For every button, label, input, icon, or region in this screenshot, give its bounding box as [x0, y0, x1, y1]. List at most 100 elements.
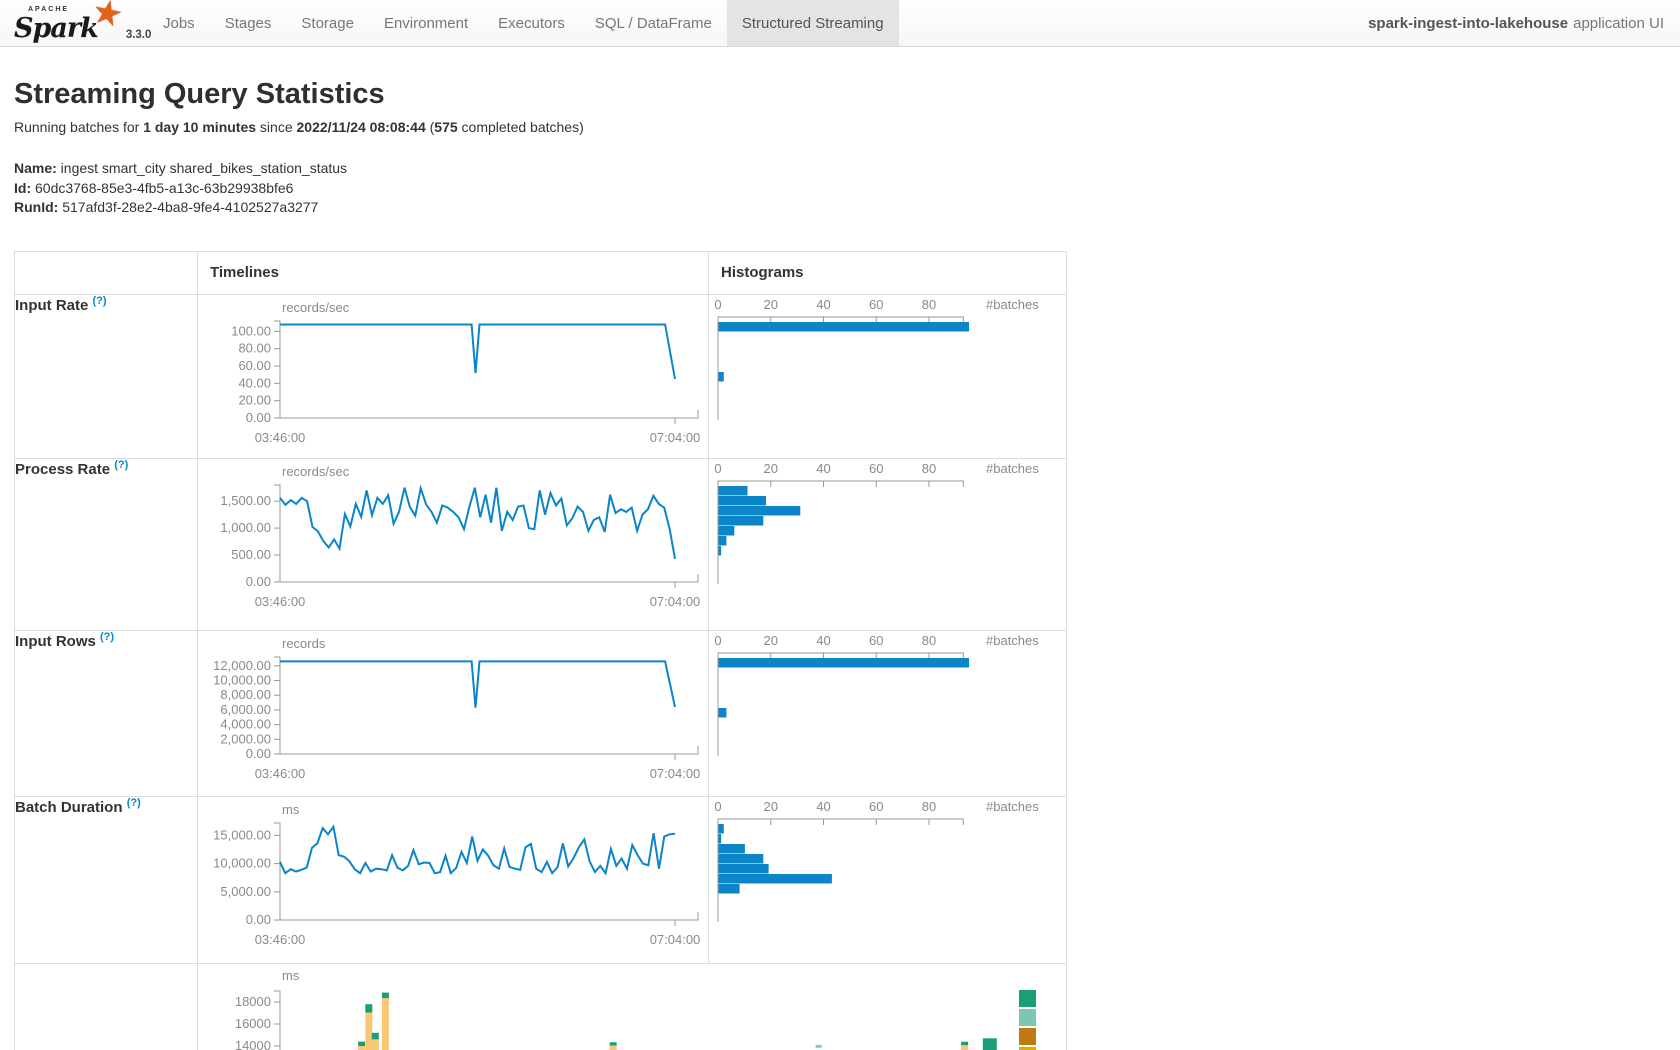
- svg-text:80: 80: [922, 461, 936, 476]
- svg-text:40: 40: [816, 297, 830, 312]
- svg-text:records: records: [282, 636, 326, 651]
- top-navbar: APACHE Spark ★ 3.3.0 Jobs Stages Storage…: [0, 0, 1680, 47]
- spark-version: 3.3.0: [126, 29, 152, 42]
- input-rows-help-link[interactable]: (?): [100, 631, 114, 643]
- svg-text:60: 60: [869, 633, 883, 648]
- input-rows-timeline-chart: records 12,000.0010,000.008,000.006,000.0…: [198, 631, 701, 781]
- svg-text:80: 80: [922, 633, 936, 648]
- svg-text:03:46:00: 03:46:00: [255, 594, 306, 609]
- header-histograms: Histograms: [709, 251, 1067, 294]
- batch-duration-row: Batch Duration (?) ms 15,000.00 10,000.00 5…: [15, 796, 1067, 963]
- tab-storage[interactable]: Storage: [286, 0, 369, 46]
- svg-text:80: 80: [922, 297, 936, 312]
- process-rate-timeline-chart: records/sec 1,500.00 1,000.00 500.00 0.00 03:…: [198, 459, 701, 609]
- svg-text:10,000.00: 10,000.00: [213, 672, 271, 687]
- svg-text:07:04:00: 07:04:00: [650, 766, 701, 781]
- svg-text:0: 0: [714, 297, 721, 312]
- svg-text:#batches: #batches: [986, 461, 1039, 476]
- stats-header-row: Timelines Histograms: [15, 251, 1067, 294]
- svg-text:07:04:00: 07:04:00: [650, 430, 701, 445]
- svg-text:60: 60: [869, 297, 883, 312]
- svg-text:records/sec: records/sec: [282, 300, 350, 315]
- process-rate-row: Process Rate (?) records/sec1,500.001,00…: [15, 458, 1067, 630]
- svg-text:0: 0: [714, 799, 721, 814]
- running-batches-line: Running batches for 1 day 10 minutes sin…: [14, 118, 1680, 137]
- operation-duration-row: ms 18000 16000 14000: [15, 963, 1067, 1050]
- batch-duration-timeline-chart: ms 15,000.00 10,000.00 5,000.00 0.00 03:46:00…: [198, 797, 701, 947]
- query-meta: Name: ingest smart_city shared_bikes_sta…: [14, 159, 1680, 218]
- batch-duration-help-link[interactable]: (?): [127, 797, 141, 809]
- input-rate-timeline-chart: records/sec100.0080.0060.0040.0020.000.0…: [198, 295, 701, 445]
- svg-text:5,000.00: 5,000.00: [220, 883, 271, 898]
- svg-text:100.00: 100.00: [231, 323, 271, 338]
- svg-text:03:46:00: 03:46:00: [255, 430, 306, 445]
- batch-duration-label: Batch Duration (?): [15, 796, 198, 963]
- input-rows-row: Input Rows (?) records12,000.0010,000.00…: [15, 630, 1067, 796]
- svg-text:07:04:00: 07:04:00: [650, 594, 701, 609]
- svg-text:20: 20: [764, 799, 778, 814]
- svg-text:8,000.00: 8,000.00: [220, 687, 271, 702]
- svg-text:records/sec: records/sec: [282, 464, 350, 479]
- svg-text:2,000.00: 2,000.00: [220, 731, 271, 746]
- tab-sql-dataframe[interactable]: SQL / DataFrame: [580, 0, 727, 46]
- tab-stages[interactable]: Stages: [210, 0, 287, 46]
- svg-text:0.00: 0.00: [246, 912, 271, 927]
- process-rate-help-link[interactable]: (?): [114, 459, 128, 471]
- svg-text:07:04:00: 07:04:00: [650, 932, 701, 947]
- svg-text:18000: 18000: [235, 994, 271, 1009]
- tab-executors[interactable]: Executors: [483, 0, 580, 46]
- svg-text:60: 60: [869, 461, 883, 476]
- svg-text:4,000.00: 4,000.00: [220, 716, 271, 731]
- svg-text:1,000.00: 1,000.00: [220, 520, 271, 535]
- svg-text:20: 20: [764, 633, 778, 648]
- svg-text:40.00: 40.00: [238, 375, 271, 390]
- svg-text:#batches: #batches: [986, 297, 1039, 312]
- svg-text:6,000.00: 6,000.00: [220, 701, 271, 716]
- svg-text:0.00: 0.00: [246, 746, 271, 761]
- svg-text:20: 20: [764, 297, 778, 312]
- tab-environment[interactable]: Environment: [369, 0, 483, 46]
- svg-text:12,000.00: 12,000.00: [213, 657, 271, 672]
- svg-text:60.00: 60.00: [238, 358, 271, 373]
- svg-text:40: 40: [816, 799, 830, 814]
- svg-text:03:46:00: 03:46:00: [255, 932, 306, 947]
- svg-text:14000: 14000: [235, 1038, 271, 1050]
- query-id-line: Id: 60dc3768-85e3-4fb5-a13c-63b29938bfe6: [14, 179, 1680, 199]
- query-runid-line: RunId: 517afd3f-28e2-4ba8-9fe4-4102527a3…: [14, 198, 1680, 218]
- input-rate-help-link[interactable]: (?): [93, 295, 107, 307]
- tab-structured-streaming[interactable]: Structured Streaming: [727, 0, 899, 46]
- svg-text:40: 40: [816, 461, 830, 476]
- svg-text:10,000.00: 10,000.00: [213, 855, 271, 870]
- running-duration: 1 day 10 minutes: [143, 119, 256, 135]
- streaming-stats-table: Timelines Histograms Input Rate (?) reco…: [14, 251, 1067, 1050]
- input-rows-histogram-chart: 020406080#batches: [709, 631, 1066, 781]
- input-rate-row: Input Rate (?) records/sec100.0080.0060.…: [15, 294, 1067, 458]
- start-timestamp: 2022/11/24 08:08:44: [297, 119, 426, 135]
- process-rate-histogram-chart: 0 20 40 60 80 #batches: [709, 459, 1066, 609]
- application-name: spark-ingest-into-lakehouse: [1368, 15, 1568, 32]
- svg-text:16000: 16000: [235, 1016, 271, 1031]
- spark-logo: APACHE Spark ★ 3.3.0: [14, 0, 136, 46]
- svg-text:ms: ms: [282, 802, 300, 817]
- svg-text:#batches: #batches: [986, 633, 1039, 648]
- svg-text:03:46:00: 03:46:00: [255, 766, 306, 781]
- svg-text:500.00: 500.00: [231, 547, 271, 562]
- svg-text:80: 80: [922, 799, 936, 814]
- svg-text:80.00: 80.00: [238, 340, 271, 355]
- tab-jobs[interactable]: Jobs: [148, 0, 210, 46]
- input-rate-histogram-chart: 0 20 40 60 80 #batches: [709, 295, 1066, 445]
- svg-text:ms: ms: [282, 968, 300, 983]
- page-title: Streaming Query Statistics: [14, 80, 1680, 109]
- svg-text:1,500.00: 1,500.00: [220, 493, 271, 508]
- svg-text:0.00: 0.00: [246, 574, 271, 589]
- svg-text:15,000.00: 15,000.00: [213, 827, 271, 842]
- application-title: spark-ingest-into-lakehouse application …: [1368, 0, 1664, 46]
- svg-text:40: 40: [816, 633, 830, 648]
- svg-text:20: 20: [764, 461, 778, 476]
- svg-text:0: 0: [714, 461, 721, 476]
- nav-tabs: Jobs Stages Storage Environment Executor…: [148, 0, 899, 46]
- svg-text:20.00: 20.00: [238, 392, 271, 407]
- completed-batch-count: 575: [434, 119, 457, 135]
- operation-duration-label: [15, 963, 198, 1050]
- svg-text:60: 60: [869, 799, 883, 814]
